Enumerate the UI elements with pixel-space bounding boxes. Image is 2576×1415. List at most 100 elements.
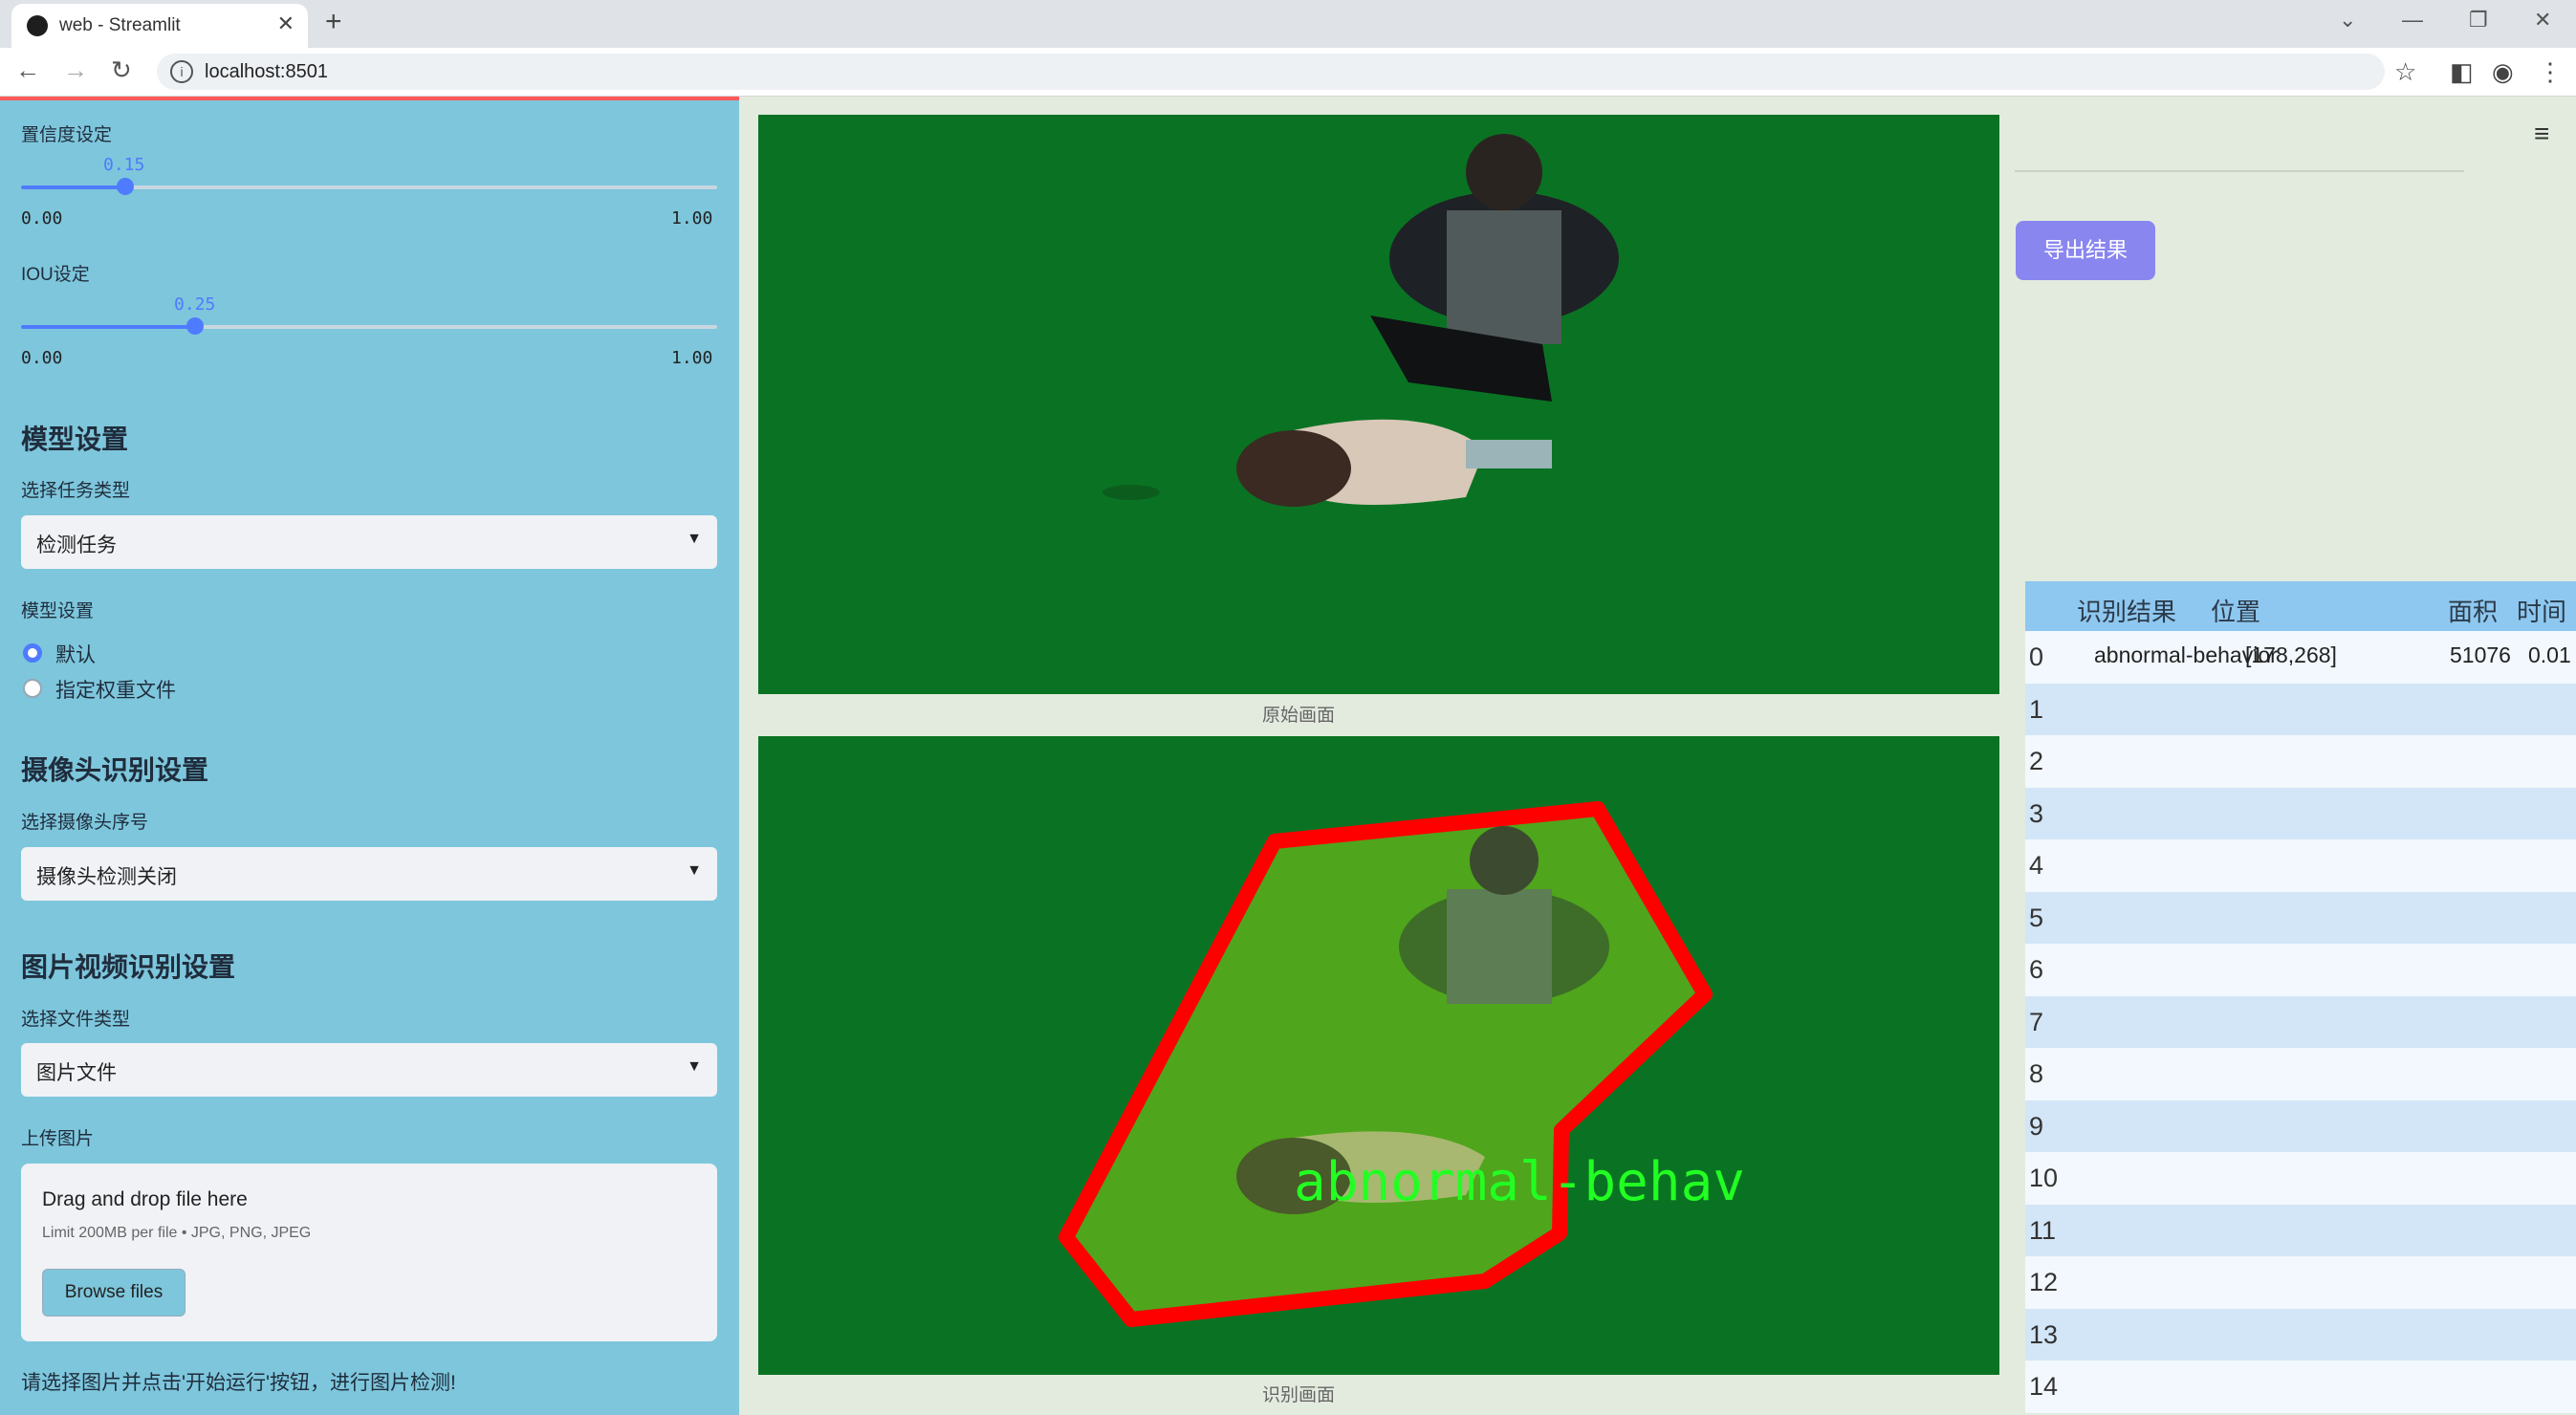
row-index: 3 (2029, 798, 2044, 828)
header-position[interactable]: 位置 (2211, 593, 2260, 628)
row-index: 14 (2029, 1372, 2059, 1401)
row-index: 5 (2029, 903, 2044, 932)
conf-slider-fill (21, 185, 126, 189)
chevron-down-icon: ▼ (687, 862, 702, 879)
table-row[interactable]: 2 (2025, 735, 2576, 788)
reload-icon[interactable]: ↻ (111, 55, 132, 85)
profile-icon[interactable]: ◉ (2492, 57, 2514, 87)
table-row[interactable]: 10 (2025, 1152, 2576, 1205)
chevron-down-icon: ▼ (687, 1058, 702, 1075)
table-row[interactable]: 13 (2025, 1308, 2576, 1361)
dropzone-limit: Limit 200MB per file • JPG, PNG, JPEG (42, 1225, 312, 1241)
cell-time: 0.01 (2528, 642, 2571, 667)
chevron-down-icon: ▼ (687, 531, 702, 547)
table-row[interactable]: 11 (2025, 1204, 2576, 1256)
table-row[interactable]: 8 (2025, 1048, 2576, 1100)
restore-icon[interactable]: ❐ (2469, 8, 2488, 33)
row-index: 4 (2029, 851, 2044, 880)
file-type-select[interactable]: 图片文件 ▼ (21, 1043, 717, 1097)
bookmark-star-icon[interactable]: ☆ (2394, 57, 2416, 87)
table-row[interactable]: 4 (2025, 839, 2576, 892)
row-index: 12 (2029, 1268, 2059, 1296)
divider (2015, 170, 2464, 172)
browse-files-button[interactable]: Browse files (42, 1269, 186, 1317)
original-image-caption: 原始画面 (1262, 706, 1336, 726)
radio-custom-weights-label[interactable]: 指定权重文件 (55, 675, 176, 704)
iou-slider-fill (21, 325, 195, 329)
browser-tab[interactable]: web - Streamlit ✕ (11, 4, 308, 48)
conf-label: 置信度设定 (21, 125, 113, 145)
site-info-icon[interactable]: i (170, 60, 193, 83)
iou-label: IOU设定 (21, 265, 90, 285)
table-row[interactable]: 0 abnormal-behavior [178,268] 51076 0.01 (2025, 631, 2576, 684)
hamburger-menu-icon[interactable]: ≡ (2534, 119, 2549, 149)
back-icon[interactable]: ← (15, 55, 40, 85)
browser-menu-icon[interactable]: ⋮ (2538, 57, 2563, 87)
side-panel-icon[interactable]: ◧ (2450, 57, 2474, 87)
forward-icon[interactable]: → (63, 55, 88, 85)
table-row[interactable]: 7 (2025, 995, 2576, 1048)
table-header: 识别结果 位置 面积 时间 (2025, 581, 2576, 631)
dropzone-title: Drag and drop file here (42, 1188, 248, 1210)
instruction-text: 请选择图片并点击'开始运行'按钮，进行图片检测! (21, 1372, 456, 1394)
table-row[interactable]: 1 (2025, 683, 2576, 735)
file-uploader-dropzone[interactable]: Drag and drop file here Limit 200MB per … (21, 1164, 717, 1341)
tab-search-icon[interactable]: ⌄ (2339, 8, 2356, 33)
header-time[interactable]: 时间 (2517, 593, 2566, 628)
address-bar: ← → ↻ i localhost:8501 ☆ ◧ ◉ ⋮ (0, 48, 2576, 97)
table-row[interactable]: 3 (2025, 787, 2576, 839)
iou-slider-thumb[interactable] (186, 317, 204, 335)
omnibox[interactable]: i localhost:8501 (157, 54, 2385, 90)
camera-index-value: 摄像头检测关闭 (36, 866, 177, 888)
url-text[interactable]: localhost:8501 (205, 61, 328, 83)
radio-default[interactable] (23, 643, 42, 663)
cell-position: [178,268] (2245, 642, 2337, 667)
export-results-button[interactable]: 导出结果 (2016, 221, 2155, 280)
header-area[interactable]: 面积 (2448, 593, 2498, 628)
row-index: 9 (2029, 1111, 2044, 1141)
close-window-icon[interactable]: ✕ (2534, 8, 2551, 33)
row-index: 10 (2029, 1164, 2059, 1192)
table-row[interactable]: 5 (2025, 891, 2576, 944)
new-tab-icon[interactable]: + (325, 6, 342, 38)
table-row[interactable]: 9 (2025, 1099, 2576, 1152)
task-type-select[interactable]: 检测任务 ▼ (21, 515, 717, 569)
camera-index-select[interactable]: 摄像头检测关闭 ▼ (21, 847, 717, 901)
camera-index-label: 选择摄像头序号 (21, 813, 149, 833)
conf-slider[interactable] (21, 178, 717, 195)
model-section-heading: 模型设置 (21, 424, 129, 454)
row-index: 0 (2029, 642, 2044, 671)
row-index: 13 (2029, 1319, 2059, 1349)
detection-scene-illustration: abnormal-behav (1059, 801, 1745, 1327)
iou-max: 1.00 (671, 348, 713, 368)
row-index: 7 (2029, 1007, 2044, 1036)
camera-section-heading: 摄像头识别设置 (21, 755, 209, 785)
original-image (758, 115, 1999, 694)
file-type-label: 选择文件类型 (21, 1010, 131, 1030)
original-scene-illustration (1102, 134, 1619, 507)
table-row[interactable]: 14 (2025, 1361, 2576, 1413)
iou-value: 0.25 (174, 294, 216, 315)
conf-value: 0.15 (103, 155, 145, 175)
detection-label: abnormal-behav (1294, 1151, 1745, 1213)
row-index: 8 (2029, 1059, 2044, 1088)
iou-min: 0.00 (21, 348, 63, 368)
cell-area: 51076 (2450, 642, 2511, 667)
minimize-icon[interactable]: — (2402, 8, 2423, 33)
header-result[interactable]: 识别结果 (2077, 593, 2176, 628)
radio-custom-weights[interactable] (23, 679, 42, 698)
file-type-value: 图片文件 (36, 1062, 117, 1084)
table-row[interactable]: 6 (2025, 944, 2576, 996)
radio-default-label[interactable]: 默认 (55, 640, 96, 668)
row-index: 11 (2029, 1215, 2057, 1245)
row-index: 2 (2029, 747, 2044, 775)
table-row[interactable]: 12 (2025, 1256, 2576, 1309)
browser-tab-bar: web - Streamlit ✕ + ⌄ — ❐ ✕ (0, 0, 2576, 48)
upload-label: 上传图片 (21, 1129, 95, 1149)
iou-slider[interactable] (21, 317, 717, 335)
close-tab-icon[interactable]: ✕ (277, 11, 295, 36)
detection-image: abnormal-behav (758, 736, 1999, 1375)
media-section-heading: 图片视频识别设置 (21, 952, 236, 982)
model-setting-label: 模型设置 (21, 601, 95, 621)
detection-image-caption: 识别画面 (1262, 1385, 1336, 1405)
